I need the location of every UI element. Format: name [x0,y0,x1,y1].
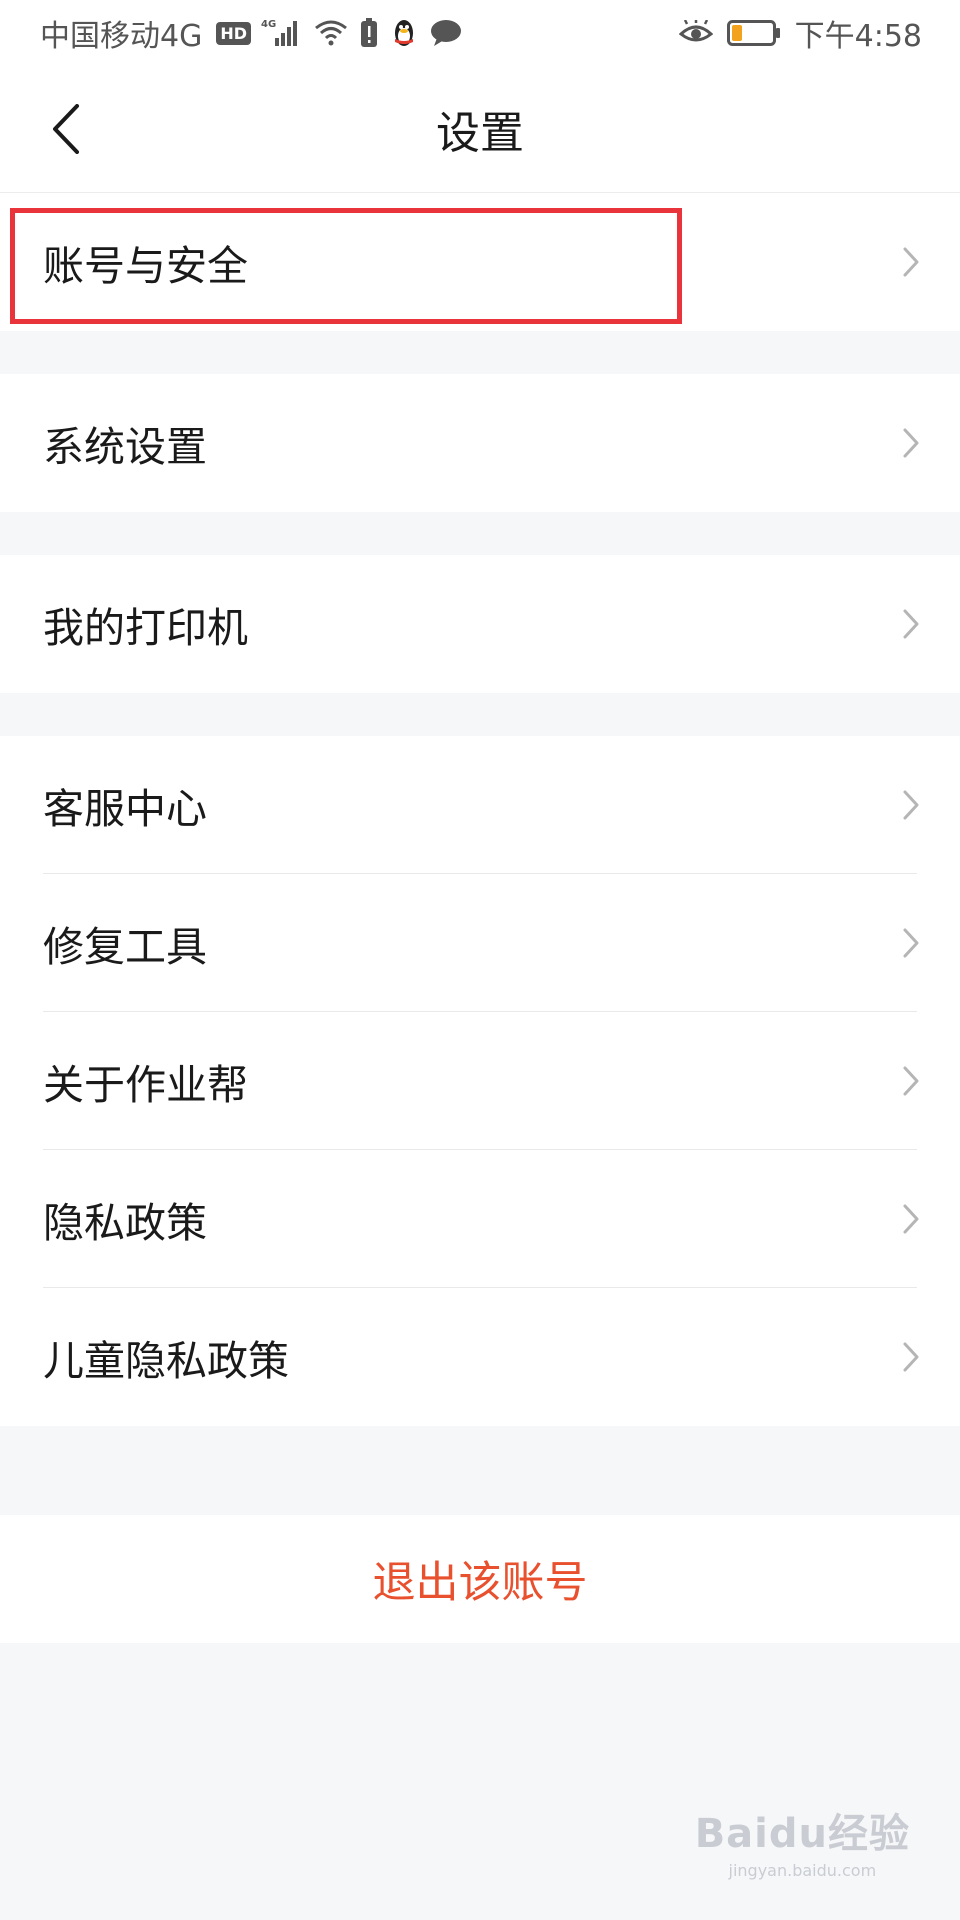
row-label: 系统设置 [43,423,207,471]
settings-row-system-settings[interactable]: 系统设置 [0,374,960,512]
chevron-right-icon [903,1342,919,1372]
row-label: 修复工具 [43,923,207,971]
row-label: 账号与安全 [43,242,248,290]
settings-row-child-privacy-policy[interactable]: 儿童隐私政策 [0,1288,960,1426]
clock-time: 下午4:58 [794,19,922,54]
eye-comfort-icon [678,20,713,46]
settings-row-customer-service[interactable]: 客服中心 [0,736,960,874]
settings-row-about[interactable]: 关于作业帮 [0,1012,960,1150]
chevron-right-icon [903,1066,919,1096]
settings-row-my-printer[interactable]: 我的打印机 [0,555,960,693]
battery-icon [726,19,781,47]
watermark: Baidu经验 jingyan.baidu.com [695,1801,910,1880]
watermark-main: Baidu经验 [694,1811,910,1857]
settings-row-repair-tool[interactable]: 修复工具 [0,874,960,1012]
status-bar: 中国移动4G HD 4G 下午4:58 [0,0,960,66]
carrier-label: 中国移动4G [40,19,203,54]
row-label: 隐私政策 [43,1199,207,1247]
battery-alert-icon [359,17,379,49]
chevron-right-icon [903,1204,919,1234]
navigation-bar: 设置 [0,66,960,193]
row-label: 关于作业帮 [43,1061,248,1109]
settings-group-printer: 我的打印机 [0,555,960,693]
status-left: 中国移动4G HD 4G [40,0,463,66]
row-label: 我的打印机 [43,604,248,652]
status-right: 下午4:58 [678,0,922,66]
wifi-icon [313,18,349,48]
svg-text:4G: 4G [261,19,276,30]
logout-label: 退出该账号 [372,1558,588,1608]
chevron-right-icon [903,247,919,277]
chevron-right-icon [903,928,919,958]
settings-row-account-security[interactable]: 账号与安全 [0,193,960,331]
qq-penguin-icon [389,17,419,49]
settings-group-support: 客服中心 修复工具 关于作业帮 隐私政策 儿童隐私政策 [0,736,960,1426]
chevron-right-icon [903,428,919,458]
signal-icon: 4G [261,16,303,50]
settings-group-account: 账号与安全 [0,193,960,331]
hd-badge: HD [216,21,252,45]
settings-row-privacy-policy[interactable]: 隐私政策 [0,1150,960,1288]
watermark-sub: jingyan.baidu.com [728,1861,877,1880]
message-bubble-icon [429,18,463,48]
row-label: 儿童隐私政策 [43,1337,289,1385]
chevron-right-icon [903,609,919,639]
settings-group-system: 系统设置 [0,374,960,512]
page-title: 设置 [436,108,524,159]
row-label: 客服中心 [43,785,207,833]
chevron-right-icon [903,790,919,820]
logout-button[interactable]: 退出该账号 [0,1515,960,1643]
